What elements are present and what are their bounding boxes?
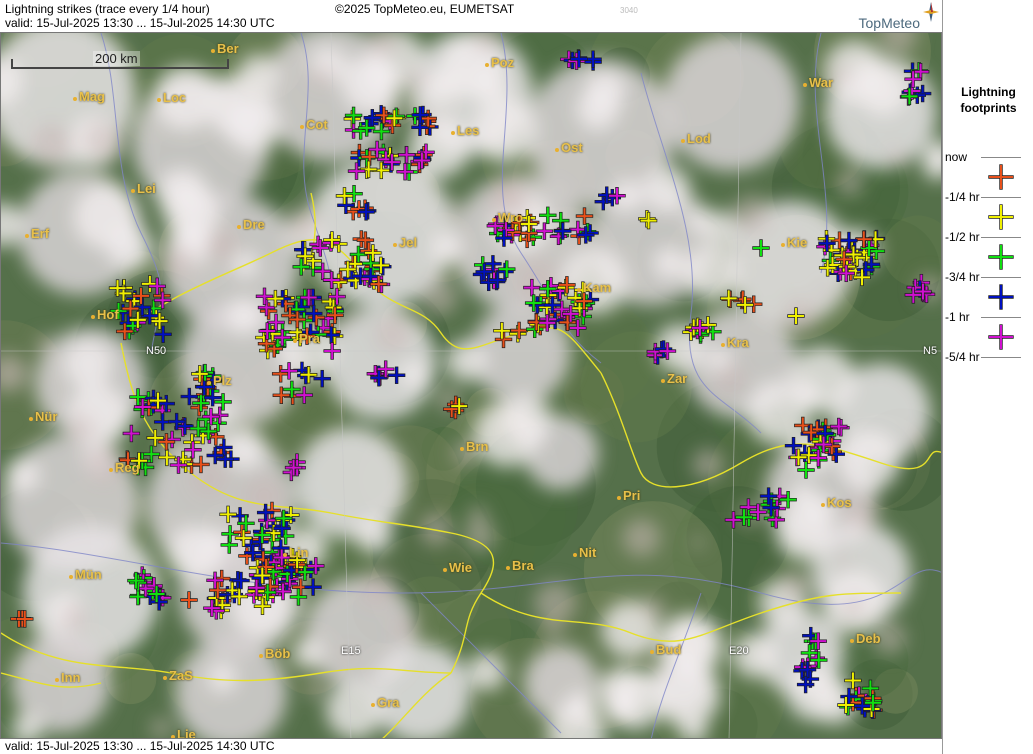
validity-text: valid: 15-Jul-2025 13:30 ... 15-Jul-2025… bbox=[5, 16, 275, 30]
grid-label-e15: E15 bbox=[341, 645, 361, 657]
city-label: Plz bbox=[207, 373, 232, 388]
grid-label-n50: N50 bbox=[146, 345, 167, 357]
strike-cross-icon bbox=[988, 204, 1014, 230]
lightning-strike-mark bbox=[988, 324, 1014, 350]
copyright-text: ©2025 TopMeteo.eu, EUMETSAT bbox=[335, 2, 515, 16]
map-code: 3040 bbox=[620, 6, 638, 15]
legend-row-label: -5/4 hr bbox=[945, 350, 980, 364]
map-canvas bbox=[1, 33, 941, 738]
city-label: Zar bbox=[660, 371, 688, 386]
legend-row-label: -1 hr bbox=[945, 310, 970, 324]
legend-row-label: -1/2 hr bbox=[945, 230, 980, 244]
legend-title: Lightning footprints bbox=[943, 84, 1033, 116]
city-label: Wie bbox=[443, 560, 472, 575]
grid-label-n5: N5 bbox=[923, 345, 938, 357]
city-label: Kie bbox=[780, 235, 808, 250]
strike-cross-icon bbox=[988, 284, 1014, 310]
lightning-strike-mark bbox=[988, 164, 1014, 190]
city-label: Reg bbox=[109, 460, 140, 475]
city-label: Pra bbox=[293, 331, 320, 346]
legend-panel: Lightning footprints now -1/4 hr -1/2 hr… bbox=[942, 0, 1033, 754]
lightning-strike-mark bbox=[988, 204, 1014, 230]
city-label: Bud bbox=[649, 642, 682, 657]
city-label: Lie bbox=[171, 727, 196, 738]
strike-cross-icon bbox=[988, 244, 1014, 270]
legend-row-q5: -5/4 hr bbox=[943, 350, 1033, 396]
satellite-map[interactable]: 200 km Ber Poz War Mag Loc Cot Les Lod Ost Lei Dre… bbox=[0, 32, 942, 739]
city-label: Loc bbox=[156, 90, 187, 105]
city-label: Bra bbox=[506, 558, 534, 573]
footer-validity-text: valid: 15-Jul-2025 13:30 ... 15-Jul-2025… bbox=[5, 739, 275, 753]
city-label: War bbox=[802, 75, 834, 90]
header-bar: Lightning strikes (trace every 1/4 hour)… bbox=[0, 0, 942, 32]
city-label: Wro bbox=[491, 210, 524, 225]
legend-title-line1: Lightning bbox=[961, 85, 1016, 99]
strike-cross-icon bbox=[988, 324, 1014, 350]
legend-title-line2: footprints bbox=[960, 101, 1017, 115]
legend-row-label: -1/4 hr bbox=[945, 190, 980, 204]
scale-label: 200 km bbox=[93, 51, 140, 66]
city-label: Cot bbox=[300, 117, 328, 132]
city-label: Erf bbox=[24, 226, 50, 241]
city-label: Kam bbox=[576, 280, 612, 295]
lightning-strike-mark bbox=[988, 244, 1014, 270]
city-label: Lei bbox=[131, 181, 156, 196]
city-label: Kra bbox=[721, 335, 749, 350]
city-label: Gra bbox=[370, 695, 400, 710]
city-label: Hof bbox=[91, 307, 119, 322]
city-label: Jel bbox=[392, 235, 418, 250]
strike-cross-icon bbox=[988, 164, 1014, 190]
city-label: Nür bbox=[28, 409, 58, 424]
city-label: Brn bbox=[459, 439, 489, 454]
city-label: Inn bbox=[55, 670, 81, 685]
city-label: Les bbox=[450, 123, 480, 138]
lightning-strike-mark bbox=[988, 284, 1014, 310]
city-label: Lin bbox=[283, 545, 309, 560]
city-label: Ber bbox=[211, 41, 239, 56]
city-label: Deb bbox=[850, 631, 881, 646]
city-label: Poz bbox=[484, 55, 515, 70]
city-label: ZaS bbox=[163, 668, 193, 683]
brand-name: TopMeteo bbox=[858, 15, 920, 31]
map-title: Lightning strikes (trace every 1/4 hour) bbox=[5, 2, 210, 16]
city-label: Nit bbox=[572, 545, 597, 560]
compass-logo-icon bbox=[923, 2, 939, 22]
city-label: Lod bbox=[681, 131, 711, 146]
city-label: Kos bbox=[821, 495, 852, 510]
city-label: Dre bbox=[237, 217, 265, 232]
city-label: Böb bbox=[258, 646, 291, 661]
legend-row-label: now bbox=[945, 150, 968, 164]
footer-bar: valid: 15-Jul-2025 13:30 ... 15-Jul-2025… bbox=[0, 739, 942, 754]
city-label: Pri bbox=[616, 488, 641, 503]
city-label: Mag bbox=[73, 89, 105, 104]
city-label: Mün bbox=[69, 567, 102, 582]
grid-label-e20: E20 bbox=[729, 645, 749, 657]
city-label: Ost bbox=[555, 140, 583, 155]
legend-row-label: -3/4 hr bbox=[945, 270, 980, 284]
